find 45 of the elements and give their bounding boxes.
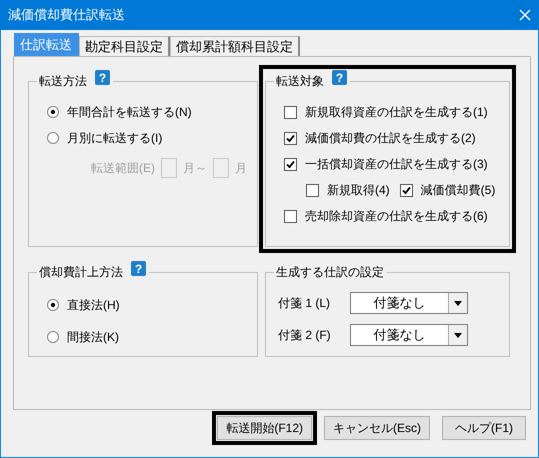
unit-label: 月～ bbox=[183, 160, 207, 176]
checkbox[interactable] bbox=[284, 106, 297, 118]
group-title: 償却費計上方法 bbox=[39, 264, 123, 281]
field-label: 付箋 1 (L) bbox=[278, 294, 332, 312]
group-title: 生成する仕訳の設定 bbox=[276, 264, 384, 281]
unit-label: 月 bbox=[235, 160, 247, 176]
checkbox[interactable] bbox=[400, 184, 413, 196]
checkbox-label[interactable]: 減価償却費の仕訳を生成する(2) bbox=[305, 130, 476, 146]
group-title: 転送対象 bbox=[276, 73, 324, 90]
checkbox[interactable] bbox=[284, 132, 297, 144]
radio-label[interactable]: 直接法(H) bbox=[67, 296, 120, 314]
checkbox[interactable] bbox=[284, 158, 297, 170]
month-field[interactable] bbox=[213, 158, 229, 178]
tab[interactable]: 勘定科目設定 bbox=[79, 36, 170, 56]
window-title: 減価償却費仕訳転送 bbox=[8, 6, 125, 24]
radio-label[interactable]: 年間合計を転送する(N) bbox=[67, 104, 192, 120]
range-label: 転送範囲(E) bbox=[91, 160, 155, 176]
radio-button[interactable] bbox=[47, 132, 59, 144]
help-icon[interactable]: ? bbox=[332, 70, 347, 85]
checkbox[interactable] bbox=[306, 184, 319, 196]
checkbox-label[interactable]: 一括償却資産の仕訳を生成する(3) bbox=[305, 156, 488, 172]
tab[interactable]: 償却累計額科目設定 bbox=[170, 36, 300, 56]
caret-icon[interactable] bbox=[454, 332, 462, 338]
checkbox-label[interactable]: 新規取得(4) bbox=[327, 182, 390, 198]
dialog-button[interactable]: 転送開始(F12) bbox=[217, 416, 312, 440]
help-icon[interactable]: ? bbox=[131, 261, 146, 276]
dialog-button[interactable]: キャンセル(Esc) bbox=[324, 416, 430, 440]
group-title: 転送方法 bbox=[39, 73, 87, 90]
radio-button[interactable] bbox=[47, 331, 59, 343]
radio-label[interactable]: 月別に転送する(I) bbox=[67, 130, 162, 146]
field-label: 付箋 2 (F) bbox=[278, 326, 332, 344]
checkbox-label[interactable]: 減価償却費(5) bbox=[420, 182, 496, 198]
close-icon[interactable] bbox=[519, 9, 531, 21]
help-icon[interactable]: ? bbox=[95, 70, 110, 85]
checkbox-label[interactable]: 新規取得資産の仕訳を生成する(1) bbox=[305, 104, 488, 120]
month-field[interactable] bbox=[161, 158, 177, 178]
radio-button[interactable] bbox=[47, 106, 59, 118]
sticky-note-dropdown[interactable]: 付箋なし bbox=[350, 292, 468, 314]
radio-label[interactable]: 間接法(K) bbox=[67, 328, 119, 346]
radio-button[interactable] bbox=[47, 299, 59, 311]
checkbox[interactable] bbox=[284, 210, 297, 222]
caret-icon[interactable] bbox=[454, 300, 462, 306]
dialog-button[interactable]: ヘルプ(F1) bbox=[442, 416, 526, 440]
sticky-note-dropdown[interactable]: 付箋なし bbox=[350, 324, 468, 346]
checkbox-label[interactable]: 売却除却資産の仕訳を生成する(6) bbox=[305, 208, 488, 224]
